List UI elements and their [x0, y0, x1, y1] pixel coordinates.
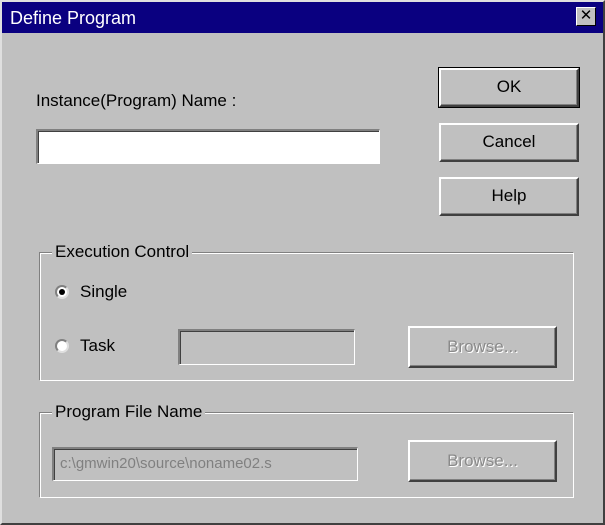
single-radio-label[interactable]: Single [80, 282, 127, 302]
task-radio[interactable] [55, 339, 69, 353]
ok-button[interactable]: OK [438, 67, 580, 108]
task-radio-label[interactable]: Task [80, 336, 115, 356]
instance-name-input[interactable] [36, 129, 380, 164]
task-name-input[interactable] [178, 329, 355, 365]
program-file-browse-button[interactable]: Browse... [408, 440, 557, 482]
program-file-legend: Program File Name [52, 402, 206, 422]
instance-name-label: Instance(Program) Name : [36, 91, 237, 110]
help-button[interactable]: Help [439, 177, 579, 216]
close-button[interactable]: ✕ [576, 7, 596, 26]
execution-control-legend: Execution Control [52, 242, 193, 262]
cancel-button[interactable]: Cancel [439, 123, 579, 162]
dialog-title: Define Program [10, 8, 137, 28]
define-program-dialog: Define Program ✕ Instance(Program) Name … [0, 0, 605, 525]
single-radio-dot [59, 289, 65, 295]
close-icon: ✕ [579, 7, 593, 24]
program-file-input[interactable]: c:\gmwin20\source\noname02.s [52, 447, 358, 481]
single-radio[interactable] [55, 285, 69, 299]
task-browse-button[interactable]: Browse... [408, 326, 557, 368]
title-bar[interactable]: Define Program ✕ [2, 2, 603, 33]
